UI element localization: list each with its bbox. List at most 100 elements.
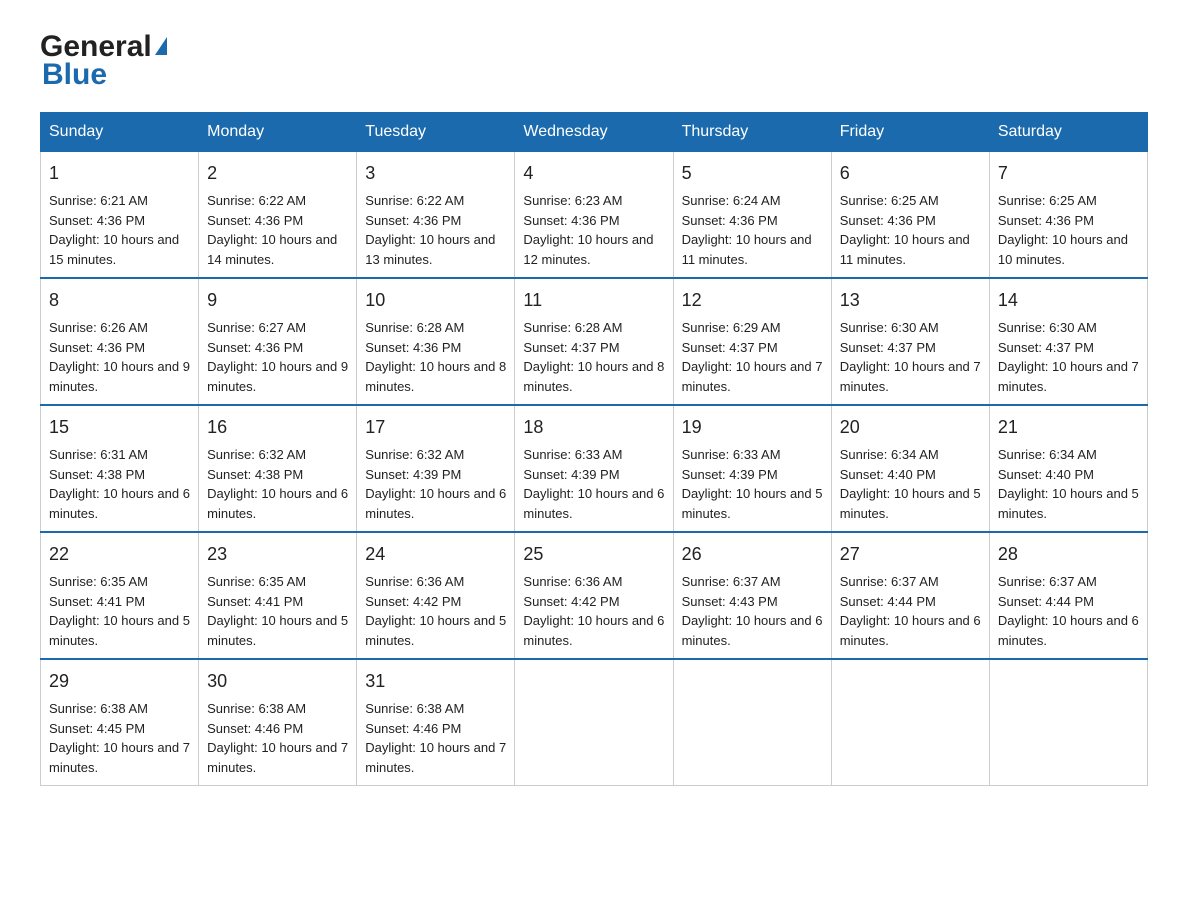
daylight-label: Daylight: 10 hours and 6 minutes. xyxy=(207,486,348,521)
day-number: 12 xyxy=(682,287,823,314)
sunrise-label: Sunrise: 6:26 AM xyxy=(49,320,148,335)
daylight-label: Daylight: 10 hours and 6 minutes. xyxy=(365,486,506,521)
sunset-label: Sunset: 4:44 PM xyxy=(998,594,1094,609)
sunset-label: Sunset: 4:46 PM xyxy=(207,721,303,736)
sunset-label: Sunset: 4:39 PM xyxy=(365,467,461,482)
sunrise-label: Sunrise: 6:31 AM xyxy=(49,447,148,462)
day-number: 11 xyxy=(523,287,664,314)
daylight-label: Daylight: 10 hours and 14 minutes. xyxy=(207,232,337,267)
calendar-cell: 20Sunrise: 6:34 AMSunset: 4:40 PMDayligh… xyxy=(831,405,989,532)
sunset-label: Sunset: 4:44 PM xyxy=(840,594,936,609)
day-number: 13 xyxy=(840,287,981,314)
calendar-cell: 12Sunrise: 6:29 AMSunset: 4:37 PMDayligh… xyxy=(673,278,831,405)
sunset-label: Sunset: 4:36 PM xyxy=(207,340,303,355)
sunset-label: Sunset: 4:36 PM xyxy=(365,213,461,228)
calendar-cell: 28Sunrise: 6:37 AMSunset: 4:44 PMDayligh… xyxy=(989,532,1147,659)
calendar-cell: 11Sunrise: 6:28 AMSunset: 4:37 PMDayligh… xyxy=(515,278,673,405)
sunrise-label: Sunrise: 6:38 AM xyxy=(207,701,306,716)
calendar-cell: 31Sunrise: 6:38 AMSunset: 4:46 PMDayligh… xyxy=(357,659,515,786)
sunset-label: Sunset: 4:36 PM xyxy=(207,213,303,228)
page-header: General Blue xyxy=(40,30,1148,92)
daylight-label: Daylight: 10 hours and 6 minutes. xyxy=(998,613,1139,648)
daylight-label: Daylight: 10 hours and 7 minutes. xyxy=(207,740,348,775)
sunset-label: Sunset: 4:40 PM xyxy=(998,467,1094,482)
calendar-cell xyxy=(989,659,1147,786)
daylight-label: Daylight: 10 hours and 7 minutes. xyxy=(840,359,981,394)
sunset-label: Sunset: 4:36 PM xyxy=(49,213,145,228)
day-number: 6 xyxy=(840,160,981,187)
day-number: 4 xyxy=(523,160,664,187)
calendar-cell: 4Sunrise: 6:23 AMSunset: 4:36 PMDaylight… xyxy=(515,152,673,279)
day-number: 26 xyxy=(682,541,823,568)
calendar-week-row: 29 Sunrise: 6:38 AM Sunset: 4:45 PM Dayligh… xyxy=(41,659,1148,786)
sunset-label: Sunset: 4:36 PM xyxy=(682,213,778,228)
calendar-cell: 18Sunrise: 6:33 AMSunset: 4:39 PMDayligh… xyxy=(515,405,673,532)
sunrise-label: Sunrise: 6:38 AM xyxy=(365,701,464,716)
sunrise-label: Sunrise: 6:28 AM xyxy=(523,320,622,335)
sunrise-label: Sunrise: 6:22 AM xyxy=(365,193,464,208)
sunset-label: Sunset: 4:45 PM xyxy=(49,721,145,736)
day-number: 30 xyxy=(207,668,348,695)
calendar-cell: 25Sunrise: 6:36 AMSunset: 4:42 PMDayligh… xyxy=(515,532,673,659)
weekday-header-thursday: Thursday xyxy=(673,113,831,152)
sunrise-label: Sunrise: 6:24 AM xyxy=(682,193,781,208)
calendar-week-row: 8 Sunrise: 6:26 AM Sunset: 4:36 PM Daylight… xyxy=(41,278,1148,405)
weekday-header-friday: Friday xyxy=(831,113,989,152)
calendar-cell: 21Sunrise: 6:34 AMSunset: 4:40 PMDayligh… xyxy=(989,405,1147,532)
daylight-label: Daylight: 10 hours and 6 minutes. xyxy=(682,613,823,648)
daylight-label: Daylight: 10 hours and 6 minutes. xyxy=(523,613,664,648)
calendar-cell: 19Sunrise: 6:33 AMSunset: 4:39 PMDayligh… xyxy=(673,405,831,532)
daylight-label: Daylight: 10 hours and 5 minutes. xyxy=(998,486,1139,521)
sunrise-label: Sunrise: 6:30 AM xyxy=(840,320,939,335)
daylight-label: Daylight: 10 hours and 11 minutes. xyxy=(682,232,812,267)
sunset-label: Sunset: 4:36 PM xyxy=(49,340,145,355)
calendar-cell: 7Sunrise: 6:25 AMSunset: 4:36 PMDaylight… xyxy=(989,152,1147,279)
daylight-label: Daylight: 10 hours and 5 minutes. xyxy=(840,486,981,521)
weekday-header-monday: Monday xyxy=(199,113,357,152)
sunset-label: Sunset: 4:37 PM xyxy=(998,340,1094,355)
weekday-header-wednesday: Wednesday xyxy=(515,113,673,152)
weekday-header-sunday: Sunday xyxy=(41,113,199,152)
daylight-label: Daylight: 10 hours and 11 minutes. xyxy=(840,232,970,267)
sunrise-label: Sunrise: 6:38 AM xyxy=(49,701,148,716)
day-number: 24 xyxy=(365,541,506,568)
daylight-label: Daylight: 10 hours and 8 minutes. xyxy=(523,359,664,394)
sunrise-label: Sunrise: 6:28 AM xyxy=(365,320,464,335)
weekday-header-tuesday: Tuesday xyxy=(357,113,515,152)
sunrise-label: Sunrise: 6:29 AM xyxy=(682,320,781,335)
calendar-week-row: 15Sunrise: 6:31 AMSunset: 4:38 PMDayligh… xyxy=(41,405,1148,532)
day-number: 20 xyxy=(840,414,981,441)
day-number: 8 xyxy=(49,287,190,314)
day-number: 21 xyxy=(998,414,1139,441)
sunrise-label: Sunrise: 6:22 AM xyxy=(207,193,306,208)
sunrise-label: Sunrise: 6:37 AM xyxy=(682,574,781,589)
daylight-label: Daylight: 10 hours and 5 minutes. xyxy=(365,613,506,648)
sunset-label: Sunset: 4:41 PM xyxy=(49,594,145,609)
day-number: 29 xyxy=(49,668,190,695)
sunset-label: Sunset: 4:42 PM xyxy=(523,594,619,609)
calendar-cell: 27Sunrise: 6:37 AMSunset: 4:44 PMDayligh… xyxy=(831,532,989,659)
sunrise-label: Sunrise: 6:32 AM xyxy=(365,447,464,462)
sunrise-label: Sunrise: 6:25 AM xyxy=(840,193,939,208)
sunset-label: Sunset: 4:37 PM xyxy=(682,340,778,355)
calendar-cell: 10Sunrise: 6:28 AMSunset: 4:36 PMDayligh… xyxy=(357,278,515,405)
daylight-label: Daylight: 10 hours and 7 minutes. xyxy=(49,740,190,775)
daylight-label: Daylight: 10 hours and 10 minutes. xyxy=(998,232,1128,267)
sunrise-label: Sunrise: 6:23 AM xyxy=(523,193,622,208)
calendar-cell: 29 Sunrise: 6:38 AM Sunset: 4:45 PM Dayligh… xyxy=(41,659,199,786)
calendar-week-row: 1Sunrise: 6:21 AMSunset: 4:36 PMDaylight… xyxy=(41,152,1148,279)
sunrise-label: Sunrise: 6:36 AM xyxy=(523,574,622,589)
sunset-label: Sunset: 4:39 PM xyxy=(523,467,619,482)
calendar-cell: 1Sunrise: 6:21 AMSunset: 4:36 PMDaylight… xyxy=(41,152,199,279)
logo-blue-text: Blue xyxy=(40,58,107,92)
calendar-cell: 24Sunrise: 6:36 AMSunset: 4:42 PMDayligh… xyxy=(357,532,515,659)
sunrise-label: Sunrise: 6:37 AM xyxy=(840,574,939,589)
day-number: 1 xyxy=(49,160,190,187)
sunset-label: Sunset: 4:46 PM xyxy=(365,721,461,736)
daylight-label: Daylight: 10 hours and 5 minutes. xyxy=(682,486,823,521)
calendar-cell: 23Sunrise: 6:35 AMSunset: 4:41 PMDayligh… xyxy=(199,532,357,659)
calendar-week-row: 22Sunrise: 6:35 AMSunset: 4:41 PMDayligh… xyxy=(41,532,1148,659)
day-number: 10 xyxy=(365,287,506,314)
calendar-cell: 3Sunrise: 6:22 AMSunset: 4:36 PMDaylight… xyxy=(357,152,515,279)
calendar-cell xyxy=(673,659,831,786)
